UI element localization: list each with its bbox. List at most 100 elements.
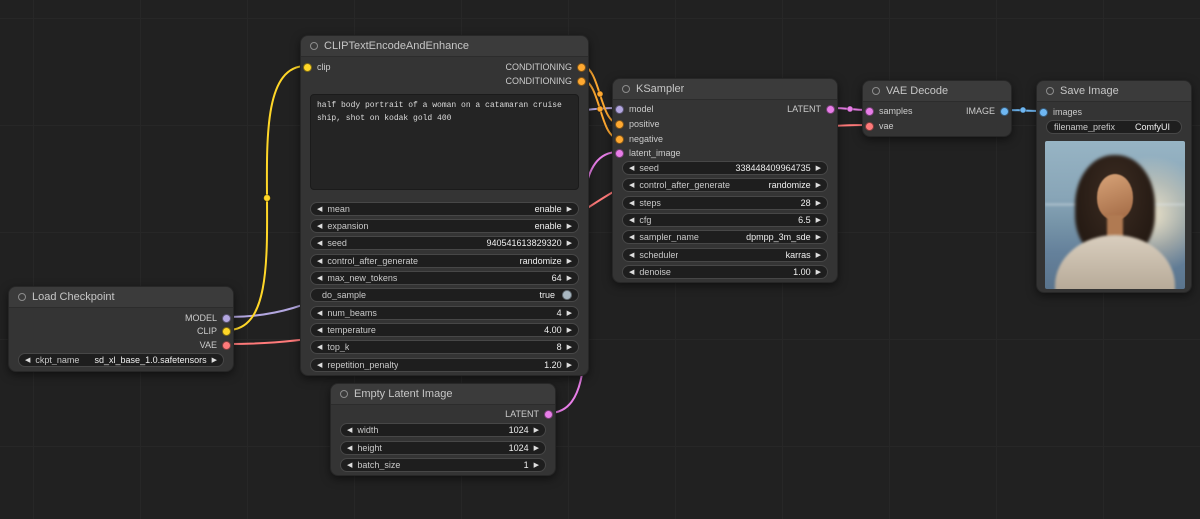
node-graph-canvas[interactable]: Load Checkpoint MODEL CLIP VAE ◀ ckpt_na… [0, 0, 1200, 519]
stepper-right-icon[interactable]: ▶ [816, 165, 821, 172]
pin-dot-icon[interactable] [303, 63, 312, 72]
widget-expansion[interactable]: ◀ expansion enable ▶ [310, 219, 579, 233]
node-save-image[interactable]: Save Image images filename_prefix ComfyU… [1036, 80, 1192, 293]
input-pin-model[interactable]: model [615, 102, 654, 116]
input-pin-negative[interactable]: negative [615, 132, 663, 146]
collapse-dot-icon[interactable] [872, 87, 880, 95]
output-pin-model[interactable]: MODEL [185, 311, 231, 325]
pin-dot-icon[interactable] [865, 122, 874, 131]
widget-seed[interactable]: ◀ seed 338448409964735 ▶ [622, 161, 828, 175]
widget-denoise[interactable]: ◀ denoise 1.00 ▶ [622, 265, 828, 279]
stepper-left-icon[interactable]: ◀ [317, 344, 322, 351]
stepper-left-icon[interactable]: ◀ [629, 200, 634, 207]
stepper-left-icon[interactable]: ◀ [317, 275, 322, 282]
pin-dot-icon[interactable] [865, 107, 874, 116]
widget-num-beams[interactable]: ◀ num_beams 4 ▶ [310, 306, 579, 320]
widget-ckpt-name[interactable]: ◀ ckpt_name sd_xl_base_1.0.safetensors ▶ [18, 353, 224, 367]
collapse-dot-icon[interactable] [18, 293, 26, 301]
stepper-left-icon[interactable]: ◀ [347, 427, 352, 434]
stepper-left-icon[interactable]: ◀ [629, 182, 634, 189]
widget-max-new-tokens[interactable]: ◀ max_new_tokens 64 ▶ [310, 271, 579, 285]
widget-steps[interactable]: ◀ steps 28 ▶ [622, 196, 828, 210]
pin-dot-icon[interactable] [1039, 108, 1048, 117]
stepper-left-icon[interactable]: ◀ [317, 223, 322, 230]
node-vae-decode[interactable]: VAE Decode samples vae IMAGE [862, 80, 1012, 137]
input-pin-positive[interactable]: positive [615, 117, 660, 131]
node-title-bar[interactable]: CLIPTextEncodeAndEnhance [301, 36, 588, 57]
stepper-right-icon[interactable]: ▶ [816, 182, 821, 189]
stepper-left-icon[interactable]: ◀ [25, 357, 30, 364]
pin-dot-icon[interactable] [615, 149, 624, 158]
node-title-bar[interactable]: KSampler [613, 79, 837, 100]
widget-height[interactable]: ◀ height 1024 ▶ [340, 441, 546, 455]
stepper-right-icon[interactable]: ▶ [567, 275, 572, 282]
widget-top-k[interactable]: ◀ top_k 8 ▶ [310, 340, 579, 354]
output-pin-vae[interactable]: VAE [200, 338, 231, 352]
node-title-bar[interactable]: VAE Decode [863, 81, 1011, 102]
node-empty-latent-image[interactable]: Empty Latent Image LATENT ◀ width 1024 ▶… [330, 383, 556, 476]
pin-dot-icon[interactable] [222, 314, 231, 323]
widget-temperature[interactable]: ◀ temperature 4.00 ▶ [310, 323, 579, 337]
stepper-right-icon[interactable]: ▶ [567, 258, 572, 265]
pin-dot-icon[interactable] [826, 105, 835, 114]
collapse-dot-icon[interactable] [1046, 87, 1054, 95]
pin-dot-icon[interactable] [222, 327, 231, 336]
pin-dot-icon[interactable] [1000, 107, 1009, 116]
collapse-dot-icon[interactable] [622, 85, 630, 93]
widget-sampler-name[interactable]: ◀ sampler_name dpmpp_3m_sde ▶ [622, 230, 828, 244]
pin-dot-icon[interactable] [544, 410, 553, 419]
stepper-right-icon[interactable]: ▶ [816, 269, 821, 276]
pin-dot-icon[interactable] [615, 105, 624, 114]
input-pin-images[interactable]: images [1039, 105, 1082, 119]
widget-width[interactable]: ◀ width 1024 ▶ [340, 423, 546, 437]
pin-dot-icon[interactable] [615, 135, 624, 144]
stepper-left-icon[interactable]: ◀ [317, 258, 322, 265]
widget-cfg[interactable]: ◀ cfg 6.5 ▶ [622, 213, 828, 227]
input-pin-vae[interactable]: vae [865, 119, 894, 133]
stepper-right-icon[interactable]: ▶ [212, 357, 217, 364]
stepper-right-icon[interactable]: ▶ [816, 252, 821, 259]
stepper-right-icon[interactable]: ▶ [567, 362, 572, 369]
widget-batch-size[interactable]: ◀ batch_size 1 ▶ [340, 458, 546, 472]
widget-mean[interactable]: ◀ mean enable ▶ [310, 202, 579, 216]
stepper-right-icon[interactable]: ▶ [567, 240, 572, 247]
output-pin-conditioning-2[interactable]: CONDITIONING [506, 74, 587, 88]
widget-control-after-generate[interactable]: ◀ control_after_generate randomize ▶ [310, 254, 579, 268]
stepper-right-icon[interactable]: ▶ [534, 427, 539, 434]
stepper-left-icon[interactable]: ◀ [629, 165, 634, 172]
pin-dot-icon[interactable] [222, 341, 231, 350]
pin-dot-icon[interactable] [615, 120, 624, 129]
input-pin-clip[interactable]: clip [303, 60, 331, 74]
stepper-left-icon[interactable]: ◀ [317, 310, 322, 317]
stepper-left-icon[interactable]: ◀ [347, 445, 352, 452]
stepper-left-icon[interactable]: ◀ [317, 327, 322, 334]
node-clip-text-encode-and-enhance[interactable]: CLIPTextEncodeAndEnhance clip CONDITIONI… [300, 35, 589, 376]
output-pin-conditioning-1[interactable]: CONDITIONING [506, 60, 587, 74]
stepper-left-icon[interactable]: ◀ [317, 206, 322, 213]
stepper-right-icon[interactable]: ▶ [534, 462, 539, 469]
stepper-left-icon[interactable]: ◀ [317, 362, 322, 369]
pin-dot-icon[interactable] [577, 63, 586, 72]
node-title-bar[interactable]: Empty Latent Image [331, 384, 555, 405]
stepper-left-icon[interactable]: ◀ [629, 252, 634, 259]
stepper-right-icon[interactable]: ▶ [567, 327, 572, 334]
stepper-right-icon[interactable]: ▶ [567, 344, 572, 351]
stepper-right-icon[interactable]: ▶ [567, 206, 572, 213]
toggle-dot-icon[interactable] [562, 290, 572, 300]
stepper-left-icon[interactable]: ◀ [629, 269, 634, 276]
stepper-right-icon[interactable]: ▶ [816, 234, 821, 241]
input-pin-samples[interactable]: samples [865, 104, 913, 118]
widget-repetition-penalty[interactable]: ◀ repetition_penalty 1.20 ▶ [310, 358, 579, 372]
stepper-left-icon[interactable]: ◀ [629, 217, 634, 224]
stepper-right-icon[interactable]: ▶ [534, 445, 539, 452]
widget-filename-prefix[interactable]: filename_prefix ComfyUI [1046, 120, 1182, 134]
node-load-checkpoint[interactable]: Load Checkpoint MODEL CLIP VAE ◀ ckpt_na… [8, 286, 234, 372]
widget-do-sample[interactable]: do_sample true [310, 288, 579, 302]
output-pin-latent[interactable]: LATENT [505, 407, 553, 421]
output-pin-clip[interactable]: CLIP [197, 324, 231, 338]
pin-dot-icon[interactable] [577, 77, 586, 86]
output-pin-latent[interactable]: LATENT [787, 102, 835, 116]
widget-scheduler[interactable]: ◀ scheduler karras ▶ [622, 248, 828, 262]
stepper-right-icon[interactable]: ▶ [567, 223, 572, 230]
node-title-bar[interactable]: Save Image [1037, 81, 1191, 102]
